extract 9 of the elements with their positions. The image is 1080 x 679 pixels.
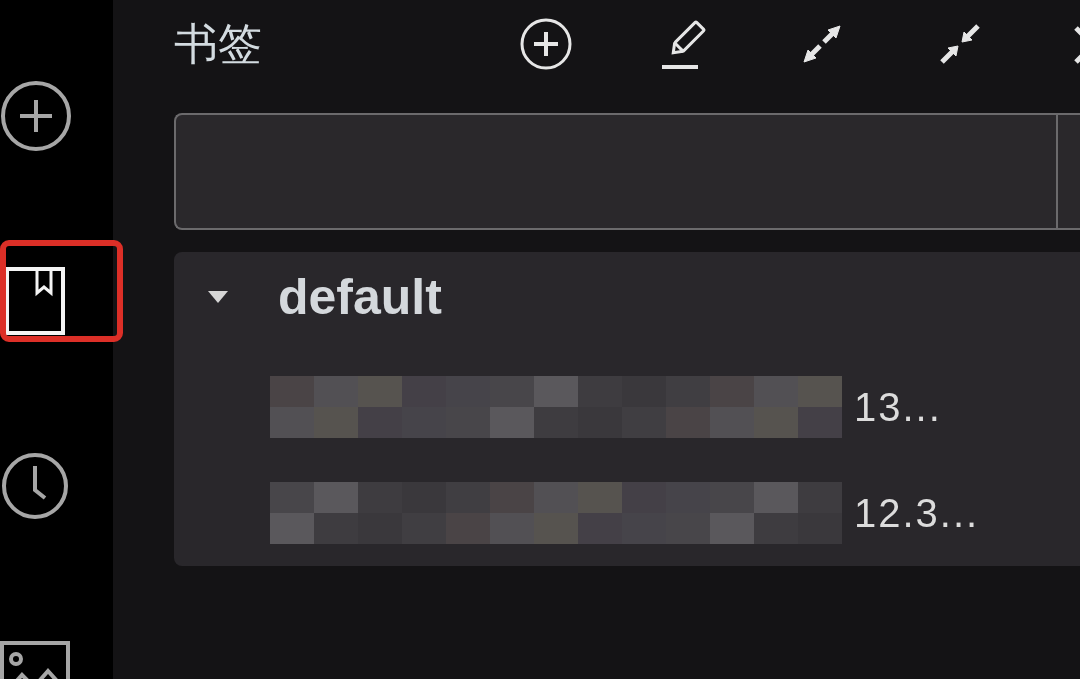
panel-title: 书签 [174, 18, 262, 70]
bookmark-label[interactable]: 13... [854, 384, 942, 430]
bookmark-icon[interactable] [5, 266, 65, 335]
search-field[interactable] [174, 113, 1080, 230]
plus-circle-icon[interactable] [0, 79, 72, 152]
caret-icon[interactable] [208, 291, 228, 303]
bookmark-label[interactable]: 12.3... [854, 490, 980, 536]
group-name[interactable]: default [278, 269, 442, 325]
clock-icon[interactable] [1, 451, 69, 520]
